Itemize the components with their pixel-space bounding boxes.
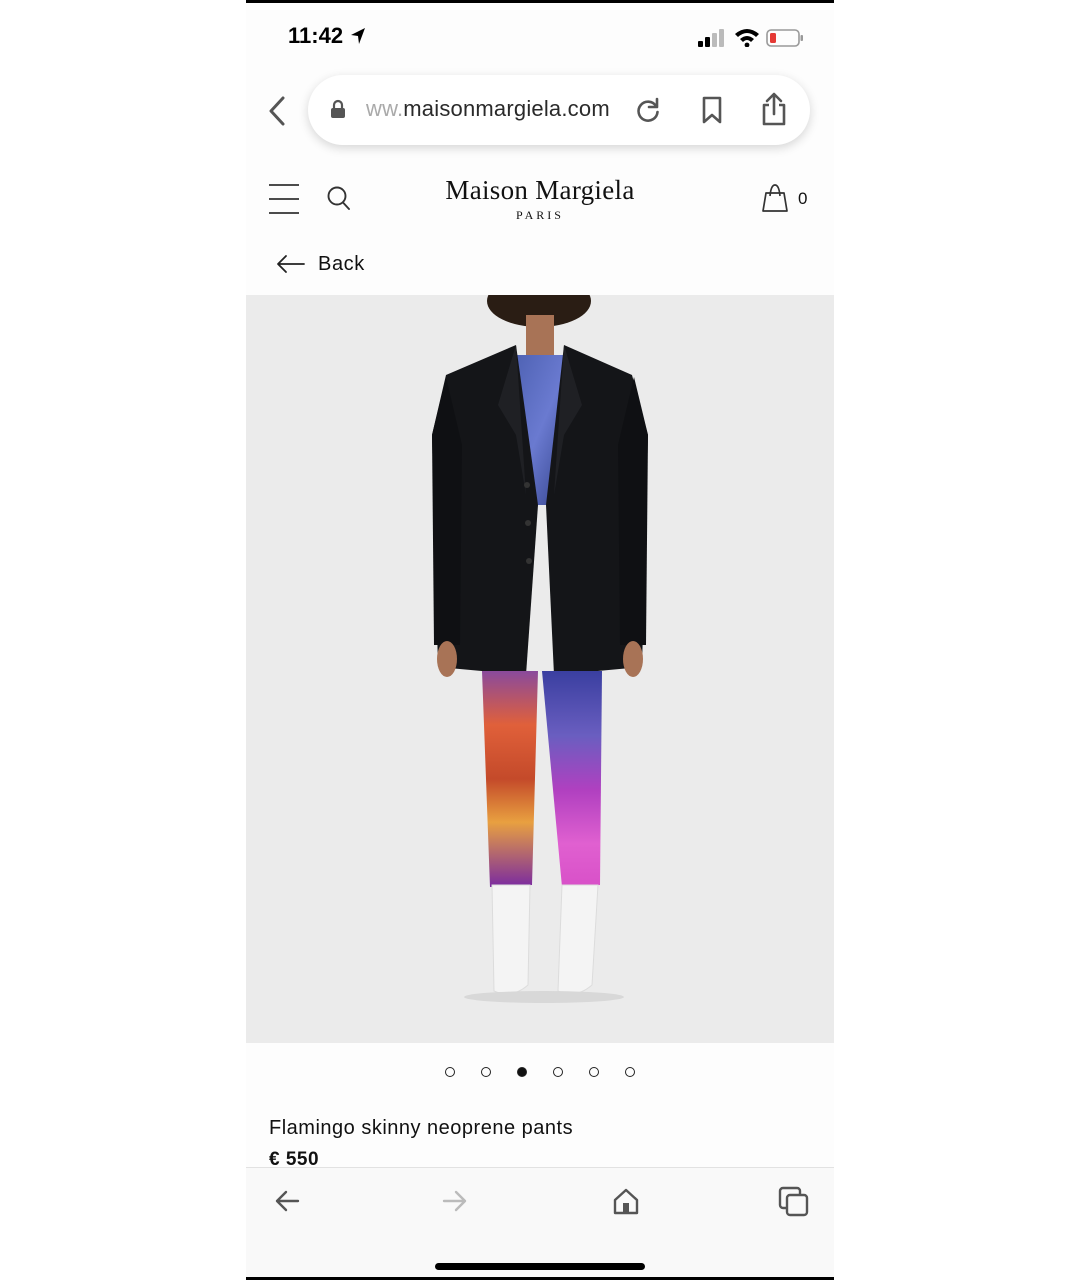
forward-arrow-icon[interactable] [442,1189,468,1213]
brand-logo[interactable]: Maison Margiela PARIS [246,175,834,223]
cart-count: 0 [798,189,808,208]
location-arrow-icon [351,28,365,44]
logo-city: PARIS [516,208,564,222]
battery-low-icon [766,29,803,47]
pagination-dot[interactable] [553,1067,563,1077]
url-faded-prefix: ww. [366,96,404,121]
product-name: Flamingo skinny neoprene pants [269,1117,574,1139]
left-arrow-icon [277,255,305,273]
pagination-dot[interactable] [625,1067,635,1077]
status-time: 11:42 [288,23,344,48]
back-arrow-icon[interactable] [274,1189,300,1213]
model-illustration [432,295,648,1003]
back-link[interactable]: Back [276,249,365,279]
pagination-dot[interactable] [517,1067,527,1077]
url-bar[interactable]: ww.maisonmargiela.com [308,75,810,145]
shopping-bag-icon[interactable] [760,183,790,213]
browser-toolbar [246,1167,834,1277]
reload-icon[interactable] [634,96,662,124]
share-icon[interactable] [760,92,788,126]
tabs-icon[interactable] [778,1186,810,1218]
phone-screen: 11:42 ww.maisonmargiela.com Maison Margi… [246,0,834,1280]
status-bar: 11:42 [246,3,834,71]
url-domain: maisonmargiela.com [403,96,610,121]
back-label: Back [318,252,365,275]
product-image[interactable] [246,295,834,1043]
logo-wordmark: Maison Margiela [445,175,635,205]
lock-icon [331,99,345,118]
home-indicator [435,1263,645,1270]
cellular-signal-icon [698,29,724,47]
bookmark-icon[interactable] [700,96,724,124]
pagination-dot[interactable] [445,1067,455,1077]
wifi-icon [735,29,759,47]
home-icon[interactable] [612,1187,640,1215]
pagination-dot[interactable] [481,1067,491,1077]
image-pagination [246,1067,834,1077]
url-text[interactable]: ww.maisonmargiela.com [366,96,610,122]
browser-back-chevron-icon[interactable] [266,95,288,127]
pagination-dot[interactable] [589,1067,599,1077]
